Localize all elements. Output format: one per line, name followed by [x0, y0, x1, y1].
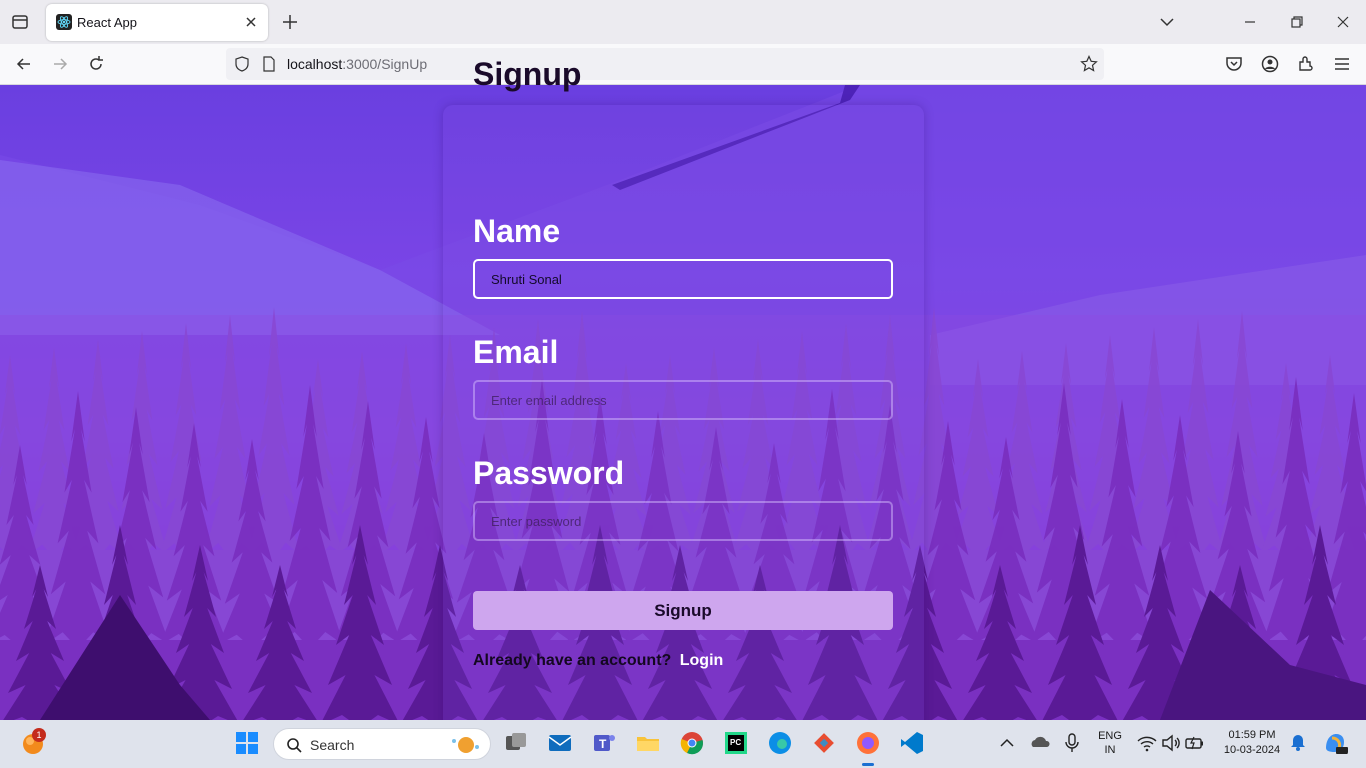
windows-taskbar: 1 Search T PC ENG IN 01:59 PM 10-03-2024 [0, 720, 1366, 768]
mail-icon[interactable] [547, 730, 573, 756]
firefox-active-indicator [862, 763, 874, 766]
task-view-icon[interactable] [503, 730, 529, 756]
chevron-down-icon[interactable] [1155, 10, 1179, 34]
close-window-icon[interactable] [1331, 10, 1355, 34]
windows-start-icon[interactable] [234, 730, 260, 756]
taskbar-search[interactable]: Search [273, 728, 491, 760]
clock[interactable]: 01:59 PM 10-03-2024 [1214, 729, 1290, 756]
svg-text:T: T [599, 737, 607, 751]
region-code: IN [1104, 744, 1116, 756]
search-icon [287, 738, 302, 753]
plus-icon[interactable] [280, 12, 300, 32]
url-path: :3000/SignUp [342, 56, 428, 72]
page-title: Signup [473, 56, 582, 92]
teams-icon[interactable]: T [591, 730, 617, 756]
url-bar[interactable]: localhost:3000/SignUp [226, 48, 1104, 80]
browser-tab-bar: React App [0, 0, 1366, 44]
star-icon[interactable] [1080, 55, 1098, 73]
menu-icon[interactable] [1332, 54, 1352, 74]
pycharm-icon[interactable]: PC [723, 730, 749, 756]
email-label: Email [473, 334, 559, 370]
login-link[interactable]: Login [680, 652, 724, 669]
back-arrow-icon[interactable] [14, 54, 34, 74]
chrome-icon[interactable] [679, 730, 705, 756]
edge-icon[interactable] [767, 730, 793, 756]
vscode-icon[interactable] [899, 730, 925, 756]
extensions-icon[interactable] [1296, 54, 1316, 74]
react-favicon-icon [56, 14, 72, 30]
bell-icon[interactable] [1288, 730, 1308, 756]
account-icon[interactable] [1260, 54, 1280, 74]
svg-text:PC: PC [730, 738, 741, 747]
search-highlight-icon [452, 737, 479, 753]
active-tab[interactable]: React App [46, 4, 268, 41]
pocket-icon[interactable] [1224, 54, 1244, 74]
tab-list-icon[interactable] [10, 12, 30, 32]
onedrive-icon[interactable] [1028, 730, 1052, 756]
clock-time: 01:59 PM [1228, 729, 1276, 741]
page-icon[interactable] [261, 56, 277, 72]
login-row: Already have an account? Login [473, 652, 723, 670]
forward-arrow-icon[interactable] [50, 54, 70, 74]
git-icon[interactable] [811, 730, 837, 756]
password-input[interactable] [473, 501, 893, 541]
file-explorer-icon[interactable] [635, 730, 661, 756]
battery-icon[interactable] [1184, 730, 1206, 756]
browser-nav-bar: localhost:3000/SignUp [0, 44, 1366, 85]
clock-date: 10-03-2024 [1223, 744, 1281, 756]
search-placeholder: Search [310, 737, 355, 753]
volume-icon[interactable] [1160, 730, 1182, 756]
language-indicator[interactable]: ENG IN [1094, 730, 1126, 756]
name-label: Name [473, 213, 561, 249]
tab-title: React App [77, 15, 137, 30]
email-input[interactable] [473, 380, 893, 420]
password-label: Password [473, 455, 625, 491]
wifi-icon[interactable] [1136, 730, 1158, 756]
chevron-up-icon[interactable] [996, 730, 1018, 756]
notification-badge: 1 [32, 728, 46, 742]
minimize-icon[interactable] [1238, 10, 1262, 34]
restore-icon[interactable] [1285, 10, 1309, 34]
login-prompt: Already have an account? [473, 652, 672, 669]
url-host: localhost [287, 56, 343, 72]
microphone-icon[interactable] [1062, 730, 1082, 756]
shield-icon[interactable] [234, 56, 250, 72]
firefox-icon[interactable] [855, 730, 881, 756]
signup-button[interactable]: Signup [473, 591, 893, 630]
copilot-icon[interactable] [1322, 730, 1348, 756]
language-code: ENG [1098, 730, 1122, 742]
close-icon[interactable] [242, 13, 260, 31]
reload-icon[interactable] [86, 54, 106, 74]
name-input[interactable] [473, 259, 893, 299]
url-text[interactable]: localhost:3000/SignUp [287, 56, 427, 72]
